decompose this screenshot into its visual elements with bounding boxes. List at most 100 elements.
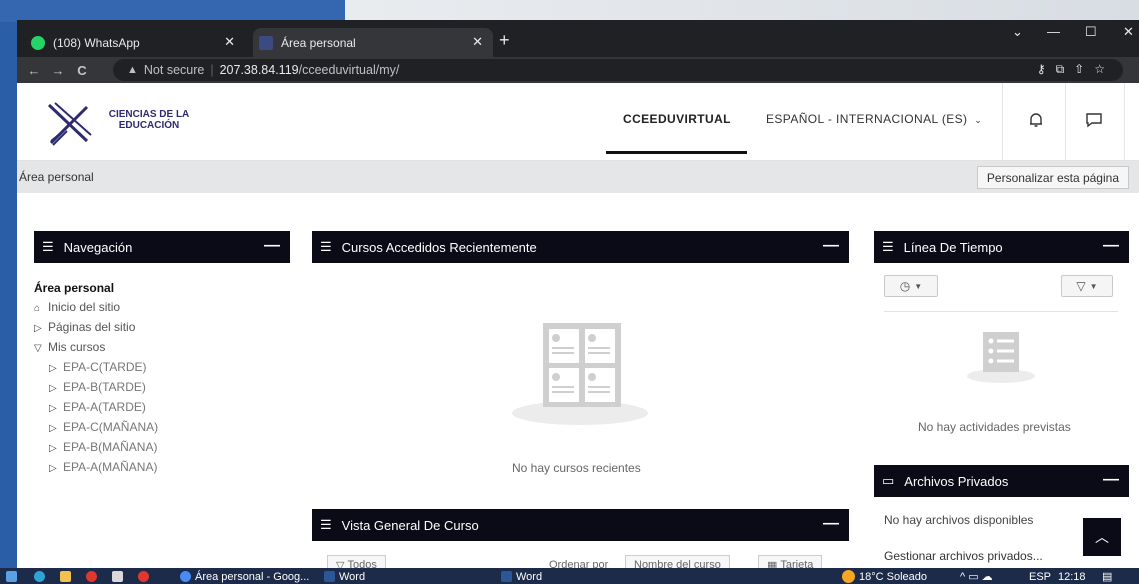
address-bar[interactable]: ▲ Not secure | 207.38.84.119 /cceeduvirt… <box>113 59 1123 81</box>
edge-icon[interactable] <box>34 569 49 584</box>
hamburger-icon: ☰ <box>882 239 894 254</box>
nav-course[interactable]: ▷ EPA-C(MAÑANA) <box>34 418 158 438</box>
new-tab-button[interactable]: + <box>499 30 510 51</box>
language-indicator[interactable]: ESP <box>1029 569 1051 584</box>
view-label: Tarjeta <box>780 559 814 568</box>
start-icon[interactable] <box>6 569 21 584</box>
file-explorer-icon[interactable] <box>60 569 75 584</box>
message-icon[interactable] <box>1085 111 1103 129</box>
nav-course[interactable]: ▷ EPA-A(MAÑANA) <box>34 458 158 478</box>
maximize-icon[interactable]: ☐ <box>1085 24 1097 40</box>
taskbar-chrome-item[interactable]: Área personal - Goog... <box>180 569 309 584</box>
nav-item-label: Páginas del sitio <box>48 320 136 334</box>
site-header: CIENCIAS DE LA EDUCACIÓN CCEEDUVIRTUAL E… <box>17 83 1139 161</box>
block-title: Línea De Tiempo <box>903 239 1003 255</box>
timeline-sort-filter[interactable]: ▽ ▼ <box>1061 275 1113 297</box>
recent-courses-block-header: ☰ Cursos Accedidos Recientemente — <box>312 231 849 263</box>
nav-cceeduvirtual[interactable]: CCEEDUVIRTUAL <box>623 112 731 126</box>
tab-label: (108) WhatsApp <box>53 35 140 50</box>
close-tab-icon[interactable]: ✕ <box>224 34 235 50</box>
tab-whatsapp[interactable]: (108) WhatsApp ✕ <box>25 28 245 57</box>
collapse-icon[interactable]: — <box>264 237 280 255</box>
tray-icons[interactable]: ^ ▭ ☁ <box>960 569 993 584</box>
view-dropdown[interactable]: ▦ Tarjeta <box>758 555 823 568</box>
collapse-icon[interactable]: — <box>1103 471 1119 489</box>
course-label: EPA-A(MAÑANA) <box>63 460 158 474</box>
expand-right-icon: ▷ <box>49 383 57 394</box>
clock[interactable]: 12:18 <box>1058 569 1086 584</box>
expand-down-icon: ▽ <box>34 343 42 354</box>
nav-course[interactable]: ▷ EPA-A(TARDE) <box>34 398 158 418</box>
logo-text: CIENCIAS DE LA EDUCACIÓN <box>101 109 197 131</box>
minimize-icon[interactable]: — <box>1047 24 1060 39</box>
expand-right-icon: ▷ <box>49 463 57 474</box>
hamburger-icon: ☰ <box>320 239 332 254</box>
collapse-icon[interactable]: — <box>823 237 839 255</box>
logo-line2: EDUCACIÓN <box>118 120 180 131</box>
block-title: Cursos Accedidos Recientemente <box>341 239 537 255</box>
caret-down-icon: ▼ <box>1089 281 1098 291</box>
tab-area-personal[interactable]: Área personal ✕ <box>253 28 493 57</box>
no-files-text: No hay archivos disponibles <box>884 513 1034 527</box>
no-activities-text: No hay actividades previstas <box>918 420 1071 434</box>
collapse-icon[interactable]: — <box>1103 237 1119 255</box>
block-title: Vista General De Curso <box>341 517 479 533</box>
tab-label: Área personal <box>281 35 356 50</box>
taskbar-word-item[interactable]: Word <box>501 569 542 584</box>
page-content: CIENCIAS DE LA EDUCACIÓN CCEEDUVIRTUAL E… <box>17 83 1139 568</box>
back-to-top-button[interactable]: ︿ <box>1083 518 1121 556</box>
expand-right-icon: ▷ <box>49 443 57 454</box>
clock-icon: ◷ <box>899 279 911 293</box>
sort-dropdown[interactable]: Nombre del curso <box>625 555 730 568</box>
block-title: Navegación <box>63 239 133 255</box>
language-menu[interactable]: ESPAÑOL - INTERNACIONAL (ES) ⌄ <box>766 112 982 126</box>
course-filter-dropdown[interactable]: ▽ Todos <box>327 555 386 568</box>
course-label: EPA-B(TARDE) <box>63 380 146 394</box>
collapse-icon[interactable]: — <box>823 515 839 533</box>
customize-page-button[interactable]: Personalizar esta página <box>976 166 1129 189</box>
close-tab-icon[interactable]: ✕ <box>472 34 483 50</box>
empty-courses-illustration-icon <box>512 323 648 425</box>
back-icon[interactable]: ← <box>27 63 41 78</box>
notification-icon[interactable]: ▤ <box>1102 569 1112 584</box>
nav-course[interactable]: ▷ EPA-C(TARDE) <box>34 358 158 378</box>
reload-icon[interactable]: C <box>75 63 89 78</box>
site-logo[interactable]: CIENCIAS DE LA EDUCACIÓN <box>47 101 207 147</box>
header-divider <box>1124 83 1125 161</box>
taskbar-label: Word <box>516 570 543 583</box>
breadcrumb[interactable]: Área personal <box>19 170 94 184</box>
header-divider <box>1065 83 1066 161</box>
weather-widget[interactable]: 18°C Soleado <box>842 569 927 584</box>
no-recent-courses-text: No hay cursos recientes <box>512 461 641 475</box>
manage-private-files-link[interactable]: Gestionar archivos privados... <box>884 549 1043 563</box>
nav-root-area-personal[interactable]: Área personal <box>34 279 158 298</box>
taskbar-label: Área personal - Goog... <box>195 570 310 583</box>
nav-item-mis-cursos[interactable]: ▽ Mis cursos <box>34 338 158 358</box>
address-separator: | <box>210 63 214 77</box>
language-label: ESPAÑOL - INTERNACIONAL (ES) <box>766 112 968 126</box>
close-window-icon[interactable]: ✕ <box>1123 24 1134 40</box>
expand-right-icon: ▷ <box>49 363 57 374</box>
timeline-time-filter[interactable]: ◷ ▼ <box>884 275 938 297</box>
course-label: EPA-A(TARDE) <box>63 400 146 414</box>
forward-icon[interactable]: → <box>51 63 65 78</box>
course-label: EPA-C(TARDE) <box>63 360 147 374</box>
store-icon[interactable] <box>112 569 127 584</box>
bell-icon[interactable] <box>1027 111 1045 129</box>
taskbar-word-item[interactable]: Word <box>324 569 365 584</box>
tab-bar: (108) WhatsApp ✕ Área personal ✕ + ⌄ — ☐… <box>17 20 1139 57</box>
url-path: /cceeduvirtual/my/ <box>298 63 400 77</box>
nav-item-paginas[interactable]: ▷ Páginas del sitio <box>34 318 158 338</box>
opera-icon[interactable] <box>86 569 101 584</box>
expand-right-icon: ▷ <box>49 423 57 434</box>
logo-mark-icon <box>47 102 92 146</box>
opera-gx-icon[interactable] <box>138 569 153 584</box>
browser-window: (108) WhatsApp ✕ Área personal ✕ + ⌄ — ☐… <box>17 20 1139 568</box>
nav-course[interactable]: ▷ EPA-B(MAÑANA) <box>34 438 158 458</box>
nav-item-label: Mis cursos <box>48 340 106 354</box>
nav-course[interactable]: ▷ EPA-B(TARDE) <box>34 378 158 398</box>
nav-item-inicio[interactable]: ⌂ Inicio del sitio <box>34 298 158 318</box>
tab-search-icon[interactable]: ⌄ <box>1012 24 1023 40</box>
browser-toolbar: ← → C ▲ Not secure | 207.38.84.119 /ccee… <box>17 57 1139 83</box>
omnibox-action-icons[interactable]: ⚷⧉⇧☆ <box>1037 62 1115 77</box>
